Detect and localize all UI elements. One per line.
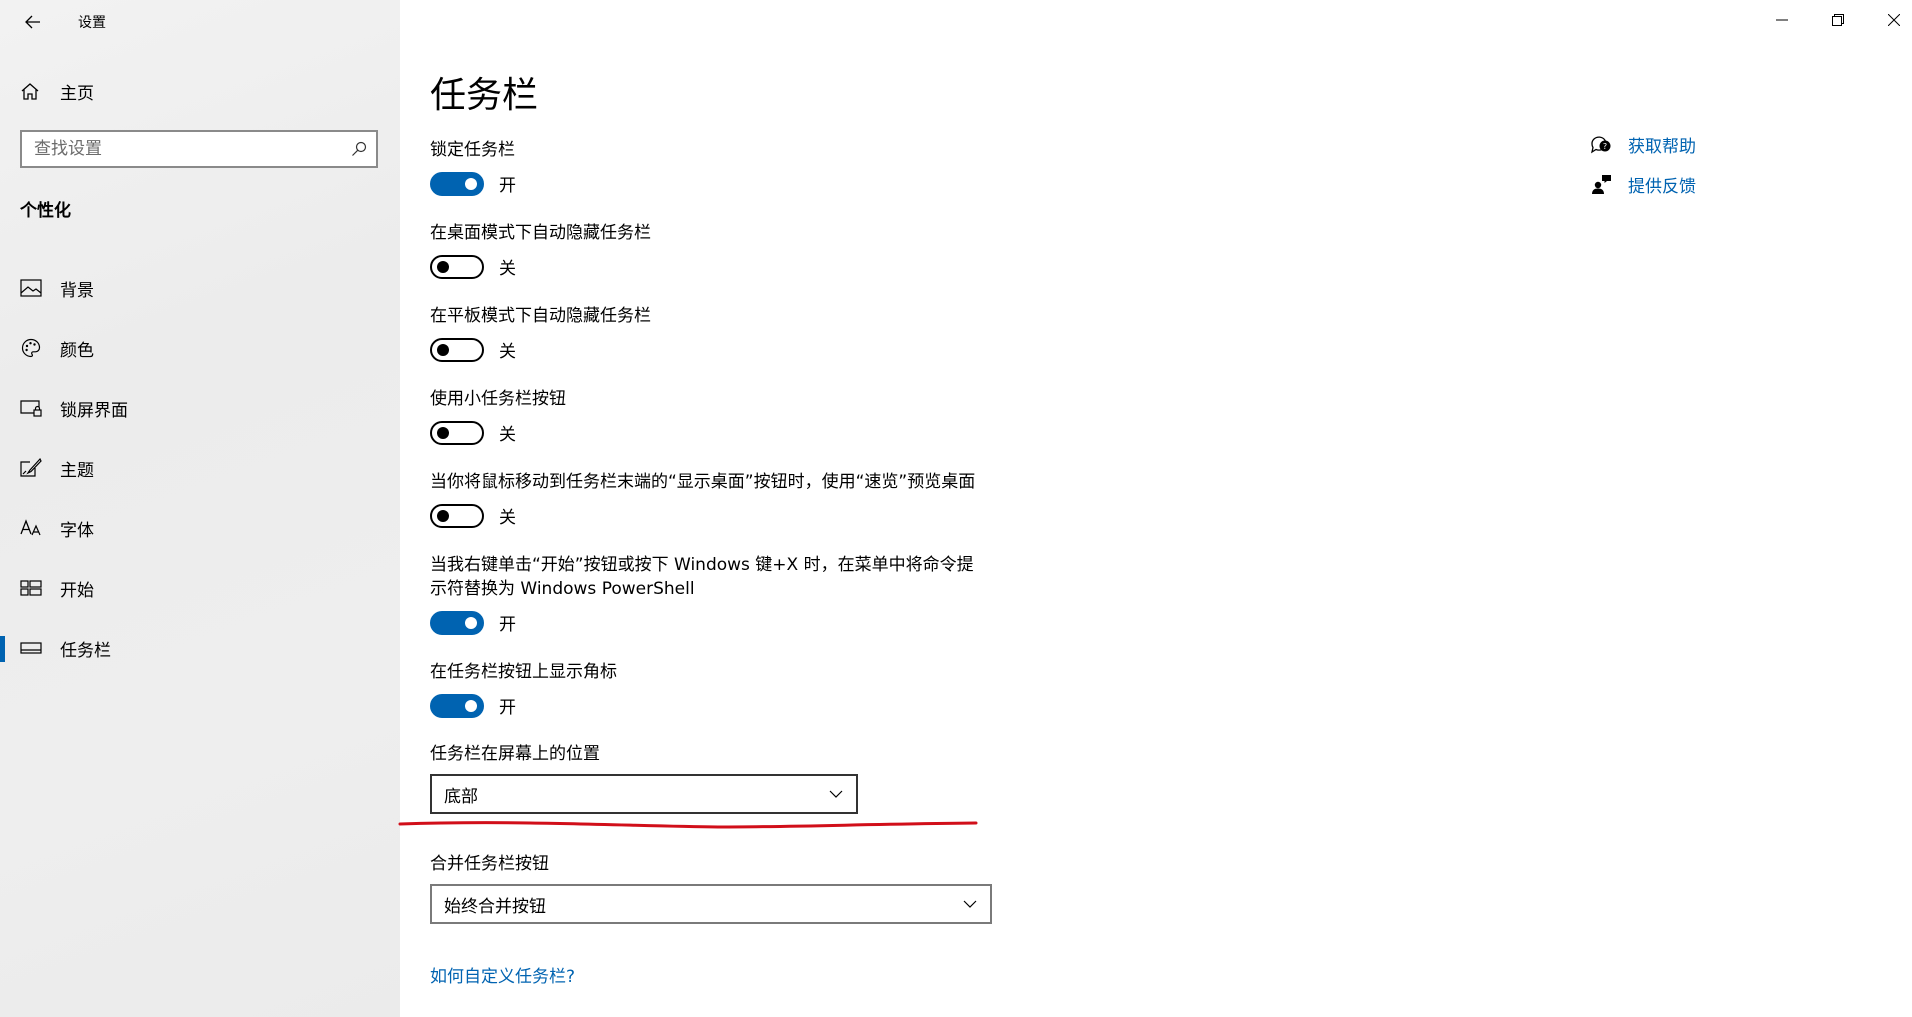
setting-lock-taskbar: 锁定任务栏 开 — [430, 138, 516, 196]
combine-buttons-dropdown[interactable]: 始终合并按钮 — [430, 884, 992, 924]
font-icon — [20, 517, 42, 539]
window-title: 设置 — [78, 15, 106, 31]
svg-text:?: ? — [1603, 142, 1607, 151]
chevron-down-icon — [829, 790, 843, 798]
search-input[interactable] — [22, 132, 342, 166]
setting-label: 使用小任务栏按钮 — [430, 389, 566, 409]
sidebar-item-background[interactable]: 背景 — [0, 258, 400, 318]
autohide-tablet-toggle[interactable] — [430, 337, 484, 362]
home-label: 主页 — [60, 83, 94, 104]
setting-label-line-1: 当我右键单击“开始”按钮或按下 Windows 键+X 时，在菜单中将命令提 — [430, 555, 974, 575]
autohide-desktop-toggle[interactable] — [430, 254, 484, 279]
toggle-state-text: 关 — [499, 425, 516, 445]
toggle-state-text: 开 — [499, 615, 516, 635]
toggle-state-text: 关 — [499, 342, 516, 362]
minimize-button[interactable] — [1754, 0, 1810, 40]
setting-combine-buttons: 合并任务栏按钮 始终合并按钮 — [430, 852, 992, 924]
get-help-icon: ? — [1591, 136, 1611, 154]
setting-small-buttons: 使用小任务栏按钮 关 — [430, 387, 566, 445]
setting-label: 在平板模式下自动隐藏任务栏 — [430, 306, 651, 326]
maximize-button[interactable] — [1810, 0, 1866, 40]
sidebar-item-label: 开始 — [60, 580, 94, 601]
setting-label: 合并任务栏按钮 — [430, 854, 549, 874]
minimize-icon — [1776, 19, 1788, 21]
taskbar-position-dropdown[interactable]: 底部 — [430, 774, 858, 814]
sidebar-item-label: 主题 — [60, 460, 94, 481]
sidebar-item-start[interactable]: 开始 — [0, 558, 400, 618]
sidebar-item-label: 锁屏界面 — [60, 400, 128, 421]
sidebar-item-label: 颜色 — [60, 340, 94, 361]
dropdown-value: 始终合并按钮 — [444, 896, 546, 917]
get-help-link[interactable]: ? 获取帮助 — [1590, 124, 1696, 164]
sidebar-home[interactable]: 主页 — [20, 78, 94, 104]
annotation-underline — [398, 821, 978, 829]
help-aside: ? 获取帮助 提供反馈 — [1590, 124, 1696, 204]
lock-screen-icon — [20, 397, 42, 419]
setting-badges: 在任务栏按钮上显示角标 开 — [430, 660, 617, 718]
sidebar-item-label: 任务栏 — [60, 640, 111, 661]
toggle-state-text: 开 — [499, 698, 516, 718]
taskbar-icon — [20, 637, 42, 659]
back-arrow-icon — [25, 15, 40, 29]
setting-peek: 当你将鼠标移动到任务栏末端的“显示桌面”按钮时，使用“速览”预览桌面 关 — [430, 470, 975, 528]
close-icon — [1888, 14, 1900, 26]
search-box[interactable] — [20, 130, 378, 168]
restore-icon — [1832, 14, 1844, 26]
palette-icon — [20, 337, 42, 359]
lock-taskbar-toggle[interactable] — [430, 171, 484, 196]
sidebar-nav: 背景 颜色 锁屏界面 主题 字体 开始 任务栏 — [0, 258, 400, 678]
sidebar-item-themes[interactable]: 主题 — [0, 438, 400, 498]
setting-label: 在任务栏按钮上显示角标 — [430, 662, 617, 682]
start-menu-icon — [20, 577, 42, 599]
sidebar-item-label: 字体 — [60, 520, 94, 541]
badges-toggle[interactable] — [430, 693, 484, 718]
section-title: 个性化 — [20, 201, 71, 221]
setting-taskbar-position: 任务栏在屏幕上的位置 底部 — [430, 742, 858, 814]
home-icon — [21, 83, 39, 100]
theme-brush-icon — [20, 457, 42, 479]
sidebar-item-colors[interactable]: 颜色 — [0, 318, 400, 378]
close-button[interactable] — [1866, 0, 1912, 40]
settings-sidebar: 设置 主页 个性化 背景 — [0, 0, 400, 1017]
sidebar-item-fonts[interactable]: 字体 — [0, 498, 400, 558]
back-button[interactable] — [16, 8, 50, 36]
setting-label: 当你将鼠标移动到任务栏末端的“显示桌面”按钮时，使用“速览”预览桌面 — [430, 472, 976, 492]
image-icon — [20, 277, 42, 299]
setting-label-line-2: 示符替换为 Windows PowerShell — [430, 579, 695, 599]
toggle-state-text: 开 — [499, 176, 516, 196]
setting-powershell: 当我右键单击“开始”按钮或按下 Windows 键+X 时，在菜单中将命令提 示… — [430, 553, 974, 635]
small-buttons-toggle[interactable] — [430, 420, 484, 445]
get-help-label: 获取帮助 — [1628, 136, 1696, 157]
feedback-link[interactable]: 提供反馈 — [1590, 164, 1696, 204]
sidebar-item-label: 背景 — [60, 280, 94, 301]
setting-autohide-desktop: 在桌面模式下自动隐藏任务栏 关 — [430, 221, 651, 279]
toggle-state-text: 关 — [499, 508, 516, 528]
setting-label: 锁定任务栏 — [430, 140, 515, 160]
setting-label: 在桌面模式下自动隐藏任务栏 — [430, 223, 651, 243]
powershell-toggle[interactable] — [430, 610, 484, 635]
customize-taskbar-link[interactable]: 如何自定义任务栏? — [430, 962, 575, 987]
chevron-down-icon — [963, 900, 977, 908]
setting-label: 任务栏在屏幕上的位置 — [430, 744, 600, 764]
dropdown-value: 底部 — [444, 786, 478, 807]
page-title: 任务栏 — [430, 75, 539, 116]
feedback-icon — [1592, 175, 1611, 194]
search-icon[interactable] — [342, 132, 376, 166]
sidebar-item-lock-screen[interactable]: 锁屏界面 — [0, 378, 400, 438]
toggle-state-text: 关 — [499, 259, 516, 279]
sidebar-item-taskbar[interactable]: 任务栏 — [0, 618, 400, 678]
setting-autohide-tablet: 在平板模式下自动隐藏任务栏 关 — [430, 304, 651, 362]
peek-toggle[interactable] — [430, 503, 484, 528]
feedback-label: 提供反馈 — [1628, 176, 1696, 197]
